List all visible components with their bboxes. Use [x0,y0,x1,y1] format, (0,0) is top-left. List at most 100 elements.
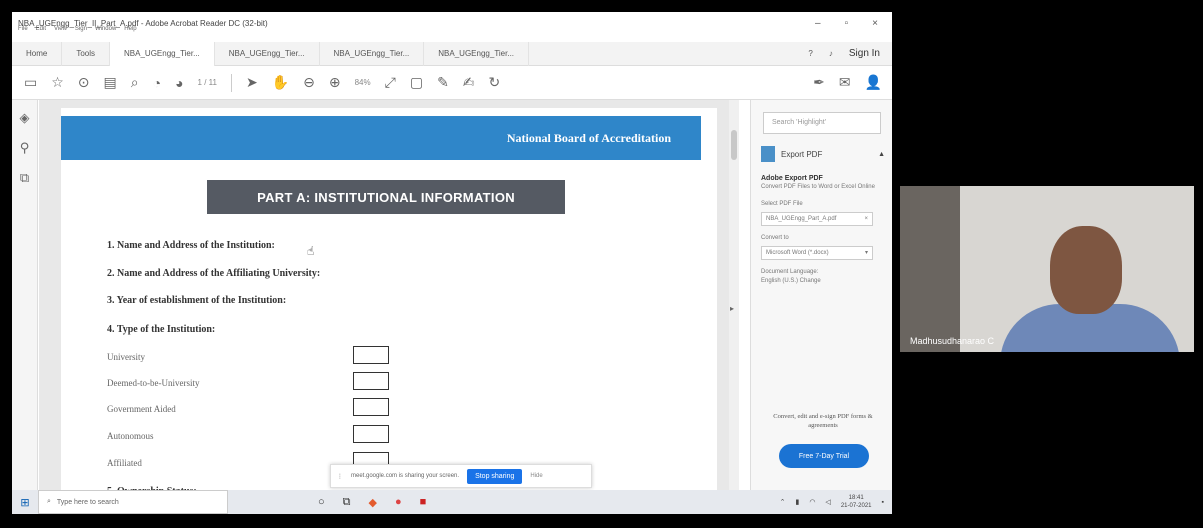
tab-home[interactable]: Home [12,41,63,66]
page-indicator[interactable]: 1 / 11 [198,78,217,87]
page-up-icon[interactable]: ◔ [153,75,161,91]
tools-search-input[interactable]: Search 'Highlight' [763,112,881,134]
convert-select[interactable]: Microsoft Word (*.docx) ▾ [761,246,873,260]
page-down-icon[interactable]: ◕ [175,75,183,91]
print-icon[interactable]: ▤ [104,74,117,91]
stop-sharing-button[interactable]: Stop sharing [467,468,523,484]
hand-icon[interactable]: ✋ [272,74,289,91]
tab-doc-2[interactable]: NBA_UGEngg_Tier... [215,41,320,66]
attachment-icon[interactable]: ⚲ [20,140,30,156]
zoom-level[interactable]: 84% [355,78,371,87]
select-arrow-icon[interactable]: ➤ [246,74,258,91]
toolbar: ▭ ☆ ⊙ ▤ ⌕ ◔ ◕ 1 / 11 ➤ ✋ ⊖ ⊕ 84% ⤢ ▢ ✎ ✍… [12,66,892,100]
menu-window[interactable]: Window [95,26,116,32]
layers-icon[interactable]: ⧉ [20,170,29,186]
taskbar-search-placeholder: Type here to search [56,498,119,506]
item-4: 4. Type of the Institution: [107,324,216,335]
menu-bar: File Edit View Sign Window Help [18,26,137,32]
bell-icon[interactable]: ♪ [829,49,833,58]
checkbox-deemed[interactable] [353,372,389,390]
left-rail: ◈ ⚲ ⧉ [12,100,38,490]
tab-doc-3[interactable]: NBA_UGEngg_Tier... [320,41,425,66]
promo-text: Convert, edit and e-sign PDF forms & agr… [773,413,873,429]
tab-tools[interactable]: Tools [62,41,111,66]
file-name: NBA_UGEngg_Part_A.pdf [766,215,837,222]
remove-file-icon[interactable]: × [864,215,868,224]
chevron-up-icon[interactable]: ▲ [878,151,885,158]
select-file-label: Select PDF File [761,201,803,207]
header-banner: National Board of Accreditation [61,116,701,160]
zoom-in-icon[interactable]: ⊕ [329,74,341,91]
zoom-out-icon[interactable]: ⊖ [303,74,315,91]
org-name: National Board of Accreditation [506,131,671,145]
fit-page-icon[interactable]: ⤢ [385,74,396,91]
menu-edit[interactable]: Edit [36,26,46,32]
pdf-page: National Board of Accreditation PART A: … [61,108,717,498]
file-select[interactable]: NBA_UGEngg_Part_A.pdf × [761,212,873,226]
export-pdf-panel: Adobe Export PDF Convert PDF Files to Wo… [761,174,887,286]
collapse-right-icon[interactable]: ▸ [730,304,734,313]
clock-time: 18:41 [848,495,864,501]
chevron-down-icon: ▾ [864,249,868,256]
tab-doc-4[interactable]: NBA_UGEngg_Tier... [424,41,530,66]
chrome-icon[interactable]: ● [395,496,402,509]
option-affiliated: Affiliated [107,458,142,468]
participant-name: Madhusudhanarao C [910,336,995,346]
title-bar: NBA_UGEngg_Tier_II_Part_A.pdf - Adobe Ac… [12,12,892,34]
export-pdf-header[interactable]: Export PDF ▲ [761,146,885,162]
notifications-icon[interactable]: ▪ [882,499,884,506]
option-deemed: Deemed-to-be-University [107,378,200,388]
acrobat-icon[interactable]: ■ [420,496,427,509]
export-pdf-icon [761,146,775,162]
close-icon[interactable]: × [872,18,878,29]
rotate-icon[interactable]: ↻ [489,74,501,91]
windows-start-icon[interactable]: ⊞ [12,496,38,509]
mail-icon[interactable]: ✉ [839,74,851,91]
volume-icon[interactable]: ◁ [825,498,830,506]
minimize-icon[interactable]: – [815,18,821,29]
doc-language-value[interactable]: English (U.S.) Change [761,277,887,286]
battery-icon[interactable]: ▮ [795,498,799,506]
star-icon[interactable]: ☆ [51,74,64,91]
taskbar-apps: ○ ⧉ ◆ ● ■ [318,496,426,509]
menu-help[interactable]: Help [124,26,136,32]
taskbar-search[interactable]: ⌕ Type here to search [38,490,228,514]
scroll-thumb[interactable] [731,130,737,160]
free-trial-button[interactable]: Free 7-Day Trial [779,444,869,468]
sign-in-link[interactable]: Sign In [849,48,880,59]
bookmark-icon[interactable]: ◈ [20,110,30,126]
tray-chevron-icon[interactable]: ⌃ [780,498,786,506]
menu-file[interactable]: File [18,26,28,32]
checkbox-university[interactable] [353,346,389,364]
add-user-icon[interactable]: 👤 [865,74,882,91]
document-scrollbar[interactable] [729,100,739,490]
item-1: 1. Name and Address of the Institution: [107,240,275,251]
upload-icon[interactable]: ⊙ [78,74,90,91]
search-icon[interactable]: ⌕ [131,74,139,91]
save-icon[interactable]: ▭ [24,74,37,91]
window-controls: – ▫ × [815,18,878,29]
sign-icon[interactable]: ✒ [813,74,825,91]
checkbox-autonomous[interactable] [353,425,389,443]
tab-doc-1[interactable]: NBA_UGEngg_Tier... [110,41,215,66]
document-area: National Board of Accreditation PART A: … [39,100,739,498]
help-icon[interactable]: ? [808,49,812,58]
menu-view[interactable]: View [54,26,67,32]
item-2: 2. Name and Address of the Affiliating U… [107,268,321,279]
menu-sign[interactable]: Sign [75,26,87,32]
comment-icon[interactable]: ▢ [410,74,423,91]
option-autonomous: Autonomous [107,431,154,441]
fill-sign-icon[interactable]: ✍ [463,74,475,91]
cortana-icon[interactable]: ○ [318,496,325,509]
wifi-icon[interactable]: ◠ [809,498,815,506]
maximize-icon[interactable]: ▫ [845,18,849,29]
pen-icon[interactable]: ✎ [437,74,449,91]
acrobat-window: NBA_UGEngg_Tier_II_Part_A.pdf - Adobe Ac… [12,12,892,514]
task-view-icon[interactable]: ⧉ [343,496,351,509]
brave-icon[interactable]: ◆ [369,496,377,509]
system-tray: ⌃ ▮ ◠ ◁ 18:41 21-07-2021 ▪ [780,494,892,510]
clock[interactable]: 18:41 21-07-2021 [841,494,872,510]
participant-head [1050,226,1122,314]
hide-button[interactable]: Hide [530,473,542,479]
checkbox-govt-aided[interactable] [353,398,389,416]
